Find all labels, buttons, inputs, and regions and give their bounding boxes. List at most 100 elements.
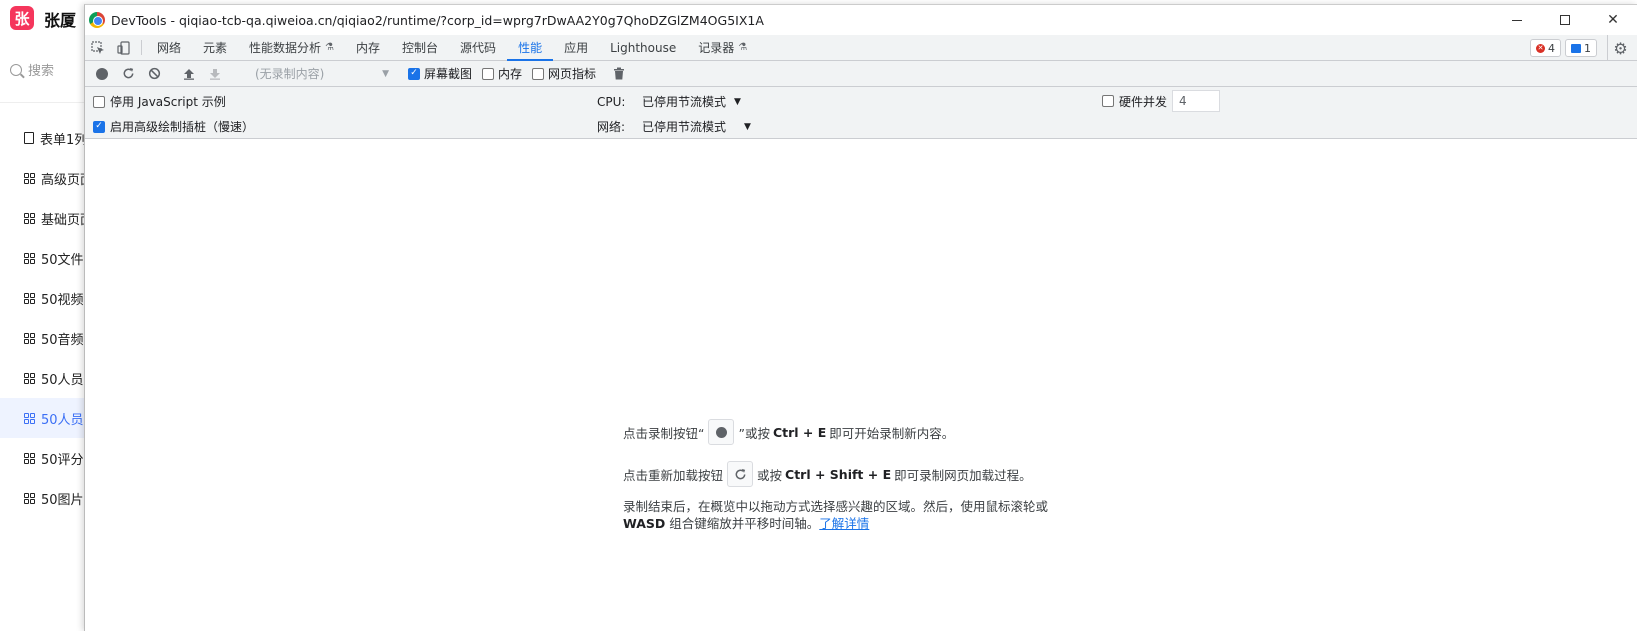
- reload-instruction-text: 或按: [757, 467, 783, 483]
- network-throttle-select[interactable]: 已停用节流模式 ▼: [642, 118, 751, 135]
- sidebar-item[interactable]: 表单1列: [0, 118, 90, 158]
- checkbox-checked[interactable]: ✓: [93, 120, 105, 133]
- message-count: 1: [1584, 41, 1591, 55]
- checkbox-unchecked[interactable]: [532, 67, 545, 80]
- sidebar-item-label: 50人员: [41, 412, 84, 428]
- reload-record-button[interactable]: [115, 61, 141, 87]
- advanced-paint-checkbox[interactable]: ✓ 启用高级绘制插桩（慢速）: [93, 118, 254, 135]
- web-vitals-checkbox[interactable]: 网页指标: [532, 65, 596, 82]
- grid-icon: [24, 252, 35, 264]
- save-profile-button[interactable]: [202, 61, 228, 87]
- empty-state-instructions: 点击录制按钮“ ”或按 Ctrl + E 即可开始录制新内容。 点击重新加载按钮…: [623, 418, 1063, 532]
- checkbox-unchecked[interactable]: [93, 95, 105, 108]
- tab-label: 性能数据分析: [249, 41, 322, 55]
- load-profile-button[interactable]: [176, 61, 202, 87]
- sidebar-item[interactable]: 50音频: [0, 318, 90, 358]
- memory-checkbox[interactable]: 内存: [482, 65, 522, 82]
- tab-performance-insights[interactable]: 性能数据分析 ⚗: [238, 35, 345, 60]
- tab-lighthouse[interactable]: Lighthouse: [599, 35, 687, 60]
- flask-icon: ⚗: [738, 42, 748, 53]
- record-button[interactable]: [89, 61, 115, 87]
- checkbox-label: 内存: [498, 67, 523, 81]
- tab-label: 网络: [157, 41, 182, 55]
- sidebar-item[interactable]: 50评分: [0, 438, 90, 478]
- reload-instruction-text: 即可录制网页加载过程。: [894, 467, 1032, 483]
- maximize-button[interactable]: [1541, 5, 1589, 35]
- window-controls: ✕: [1493, 5, 1637, 35]
- learn-more-link[interactable]: 了解详情: [819, 516, 869, 531]
- checkbox-checked[interactable]: ✓: [408, 67, 420, 80]
- gear-icon: ⚙: [1613, 38, 1628, 58]
- tab-console[interactable]: 控制台: [391, 35, 449, 60]
- hardware-concurrency-label: 硬件并发: [1119, 94, 1168, 109]
- message-icon: [1571, 43, 1581, 53]
- record-shortcut: Ctrl + E: [772, 424, 827, 440]
- sidebar-item-label: 50视频: [41, 292, 84, 308]
- tab-application[interactable]: 应用: [553, 35, 599, 60]
- minimize-button[interactable]: [1493, 5, 1541, 35]
- app-name: 张厦: [44, 11, 77, 30]
- flask-icon: ⚗: [325, 42, 335, 53]
- tabbar-status: ✕ 4 1 ⚙: [1530, 35, 1637, 61]
- checkbox-unchecked[interactable]: [482, 67, 495, 80]
- hardware-concurrency-input[interactable]: 4: [1172, 90, 1221, 112]
- device-icon: [117, 40, 130, 55]
- recording-select[interactable]: (无录制内容) ▼: [243, 64, 393, 84]
- capture-settings: 停用 JavaScript 示例 ✓ 启用高级绘制插桩（慢速） CPU: 已停用…: [85, 87, 1637, 139]
- navigation-hint: 录制结束后，在概览中以拖动方式选择感兴趣的区域。然后，使用鼠标滚轮或 WASD …: [623, 498, 1063, 532]
- performance-main-panel: 点击录制按钮“ ”或按 Ctrl + E 即可开始录制新内容。 点击重新加载按钮…: [85, 140, 1637, 631]
- tab-memory[interactable]: 内存: [345, 35, 391, 60]
- sidebar-item-label: 50人员: [41, 372, 84, 388]
- download-icon: [210, 68, 220, 80]
- device-toolbar-button[interactable]: [111, 35, 137, 60]
- close-button[interactable]: ✕: [1589, 5, 1637, 35]
- inspect-element-button[interactable]: [85, 35, 111, 60]
- sidebar-item-active[interactable]: 50人员: [0, 398, 90, 438]
- clear-icon: [148, 67, 160, 80]
- sidebar-item[interactable]: 50人员: [0, 358, 90, 398]
- grid-icon: [24, 332, 35, 344]
- tab-sources[interactable]: 源代码: [449, 35, 507, 60]
- collect-garbage-button[interactable]: [606, 61, 632, 87]
- network-throttle-value: 已停用节流模式: [642, 120, 727, 134]
- tab-label: 源代码: [460, 41, 497, 55]
- settings-button[interactable]: ⚙: [1607, 35, 1633, 61]
- trash-icon: [614, 67, 625, 80]
- performance-toolbar: (无录制内容) ▼ ✓ 屏幕截图 内存 网页指标: [85, 61, 1637, 87]
- disable-js-samples-checkbox[interactable]: 停用 JavaScript 示例: [93, 93, 226, 110]
- cpu-throttle-value: 已停用节流模式: [642, 95, 727, 109]
- checkbox-label: 启用高级绘制插桩（慢速）: [110, 120, 255, 134]
- checkbox-label: 网页指标: [548, 67, 597, 81]
- tab-performance[interactable]: 性能: [507, 35, 554, 61]
- inline-record-button[interactable]: [708, 419, 735, 445]
- cpu-throttle-select[interactable]: 已停用节流模式 ▼: [642, 93, 741, 110]
- record-instruction-text: ”或按: [738, 425, 770, 441]
- separator: [141, 40, 142, 55]
- sidebar-item[interactable]: 高级页面: [0, 158, 90, 198]
- message-count-badge[interactable]: 1: [1565, 39, 1597, 57]
- screenshots-checkbox[interactable]: ✓ 屏幕截图: [408, 65, 472, 82]
- hardware-concurrency-checkbox[interactable]: [1102, 95, 1114, 107]
- tab-recorder[interactable]: 记录器 ⚗: [687, 35, 758, 60]
- reload-shortcut: Ctrl + Shift + E: [785, 466, 892, 482]
- grid-icon: [24, 292, 35, 304]
- record-instruction-text: 点击录制按钮“: [623, 425, 705, 441]
- title-bar[interactable]: DevTools - qiqiao-tcb-qa.qiweioa.cn/qiqi…: [85, 5, 1637, 35]
- error-count-badge[interactable]: ✕ 4: [1530, 39, 1561, 57]
- chrome-icon: [89, 12, 105, 28]
- grid-icon: [24, 452, 35, 464]
- hardware-concurrency-row: 硬件并发 4: [1102, 90, 1221, 112]
- grid-icon: [24, 212, 35, 224]
- search-box[interactable]: 搜索: [10, 60, 54, 79]
- tab-network[interactable]: 网络: [146, 35, 192, 60]
- sidebar-item[interactable]: 50图片: [0, 478, 90, 518]
- inline-reload-button[interactable]: [727, 461, 754, 487]
- record-icon: [96, 67, 108, 80]
- grid-icon: [24, 372, 35, 384]
- clear-button[interactable]: [141, 61, 167, 87]
- sidebar-item[interactable]: 50视频: [0, 278, 90, 318]
- tab-elements[interactable]: 元素: [192, 35, 238, 60]
- app-logo[interactable]: 张: [10, 6, 34, 30]
- sidebar-item[interactable]: 50文件: [0, 238, 90, 278]
- sidebar-item[interactable]: 基础页面: [0, 198, 90, 238]
